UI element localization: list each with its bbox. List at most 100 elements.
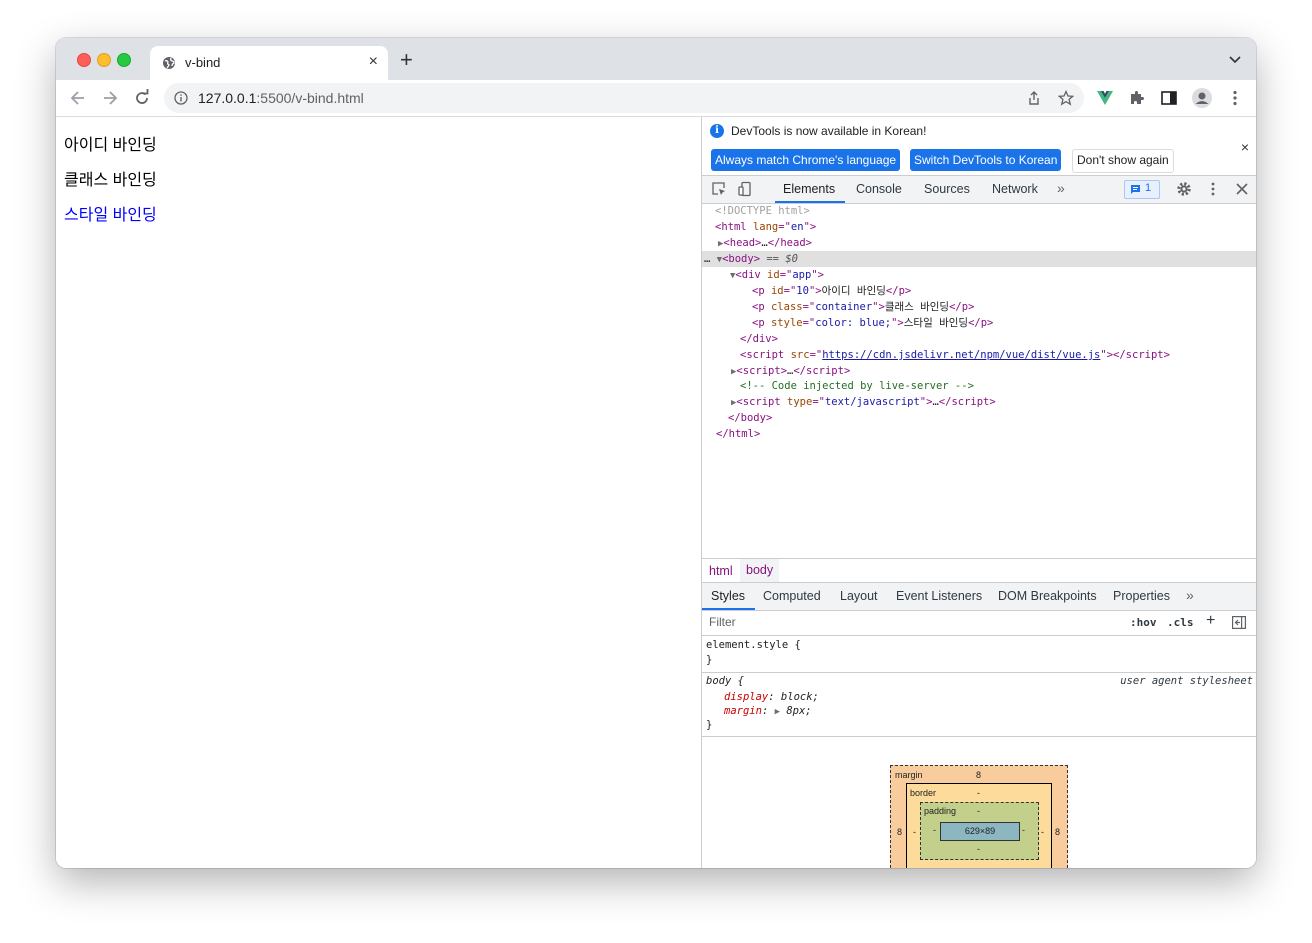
rule-close-brace: } — [706, 719, 713, 731]
html-close-tag: html — [728, 428, 754, 440]
dom-script-line[interactable]: ▶<script>…</script> — [702, 363, 1256, 379]
dom-p3-line[interactable]: <p style="color: blue;">스타일 바인딩</p> — [702, 315, 1256, 331]
script-tag: script — [742, 365, 781, 377]
dom-head-line[interactable]: ▶<head>…</head> — [702, 235, 1256, 251]
devtools-panel: i DevTools is now available in Korean! A… — [701, 117, 1256, 868]
lang-attr: lang — [752, 221, 779, 233]
tab-styles[interactable]: Styles — [711, 589, 745, 603]
new-tab-button[interactable]: + — [400, 49, 413, 71]
box-model-content[interactable]: 629×89 — [940, 822, 1020, 841]
margin-declaration[interactable]: margin: ▶ 8px; — [724, 704, 812, 718]
dom-div-line[interactable]: ▼<div id="app"> — [702, 267, 1256, 283]
body-selector[interactable]: body { — [706, 674, 744, 688]
border-top-value: - — [977, 788, 980, 798]
url-text: 127.0.0.1:5500/v-bind.html — [198, 90, 364, 106]
issues-badge[interactable]: 1 — [1124, 180, 1160, 199]
url-host: 127.0.0.1 — [198, 90, 257, 106]
maximize-window-button[interactable] — [117, 53, 131, 67]
dom-script-type-line[interactable]: ▶<script type="text/javascript">…</scrip… — [702, 394, 1256, 410]
cls-toggle[interactable]: .cls — [1167, 616, 1194, 629]
globe-icon — [163, 57, 175, 69]
dom-html-line[interactable]: <html lang="en"> — [702, 219, 1256, 235]
dom-p2-line[interactable]: <p class="container">클래스 바인딩</p> — [702, 299, 1256, 315]
title-bar: v-bind × + — [56, 38, 1256, 80]
body-close-tag: body — [740, 412, 766, 424]
tab-properties[interactable]: Properties — [1113, 589, 1170, 603]
tab-computed[interactable]: Computed — [763, 589, 821, 603]
issues-count: 1 — [1145, 182, 1152, 194]
forward-arrow-icon[interactable] — [100, 88, 120, 108]
minimize-window-button[interactable] — [97, 53, 111, 67]
language-infobar: i DevTools is now available in Korean! A… — [702, 117, 1256, 175]
address-bar[interactable]: 127.0.0.1:5500/v-bind.html — [164, 83, 1084, 113]
settings-gear-icon[interactable] — [1176, 181, 1192, 197]
close-devtools-icon[interactable] — [1234, 181, 1250, 197]
browser-tab[interactable]: v-bind × — [150, 46, 388, 80]
new-rule-plus-icon[interactable]: + — [1206, 612, 1215, 630]
kebab-menu-icon[interactable] — [1226, 89, 1244, 107]
tab-console[interactable]: Console — [856, 182, 902, 196]
inspect-element-icon[interactable] — [711, 181, 727, 197]
dont-show-again-button[interactable]: Don't show again — [1072, 149, 1174, 173]
share-icon[interactable] — [1026, 90, 1042, 106]
tab-network[interactable]: Network — [992, 182, 1038, 196]
box-model-border[interactable]: border - - - - padding - - - - 629×89 — [906, 783, 1052, 868]
p-tag: p — [758, 301, 765, 313]
box-model-margin[interactable]: margin 8 8 8 8 border - - - - padding - … — [890, 765, 1068, 868]
tab-sources[interactable]: Sources — [924, 182, 970, 196]
reload-icon[interactable] — [132, 88, 152, 108]
vue-devtools-icon[interactable] — [1096, 89, 1114, 107]
tab-elements[interactable]: Elements — [783, 182, 835, 196]
id-value: 10 — [796, 285, 809, 297]
infobar-close-icon[interactable]: × — [1241, 139, 1249, 155]
devtools-menu-icon[interactable] — [1205, 181, 1221, 197]
site-info-icon[interactable] — [174, 91, 188, 105]
box-model-padding[interactable]: padding - - - - 629×89 — [920, 802, 1039, 860]
breadcrumb-body[interactable]: body — [740, 559, 780, 582]
dom-body-line[interactable]: … ▼<body> == $0 — [702, 251, 1256, 267]
script-src-link[interactable]: https://cdn.jsdelivr.net/npm/vue/dist/vu… — [822, 349, 1100, 361]
type-attr: type — [787, 396, 813, 408]
tab-event-listeners[interactable]: Event Listeners — [896, 589, 982, 603]
back-arrow-icon[interactable] — [68, 88, 88, 108]
tab-dom-breakpoints[interactable]: DOM Breakpoints — [998, 589, 1097, 603]
profile-avatar-icon[interactable] — [1192, 88, 1212, 108]
display-property: display — [724, 691, 769, 703]
chevron-down-icon[interactable] — [1228, 52, 1242, 66]
toggle-sidebar-icon[interactable] — [1232, 616, 1246, 629]
hov-toggle[interactable]: :hov — [1130, 616, 1157, 629]
dom-body-close-line[interactable]: </body> — [702, 410, 1256, 426]
dom-p1-line[interactable]: <p id="10">아이디 바인딩</p> — [702, 283, 1256, 299]
close-window-button[interactable] — [77, 53, 91, 67]
type-value: text/javascript — [824, 396, 920, 408]
p-text: 아이디 바인딩 — [821, 285, 886, 297]
dom-div-close-line[interactable]: </div> — [702, 331, 1256, 347]
script-close-tag: script — [1125, 349, 1164, 361]
dom-script-src-line[interactable]: <script src="https://cdn.jsdelivr.net/np… — [702, 347, 1256, 363]
script-tag: script — [742, 396, 781, 408]
breadcrumb: html body — [702, 558, 1256, 582]
more-tabs-icon[interactable]: » — [1057, 180, 1065, 196]
display-declaration[interactable]: display: block; — [724, 690, 819, 704]
p-tag: p — [758, 317, 765, 329]
extensions-puzzle-icon[interactable] — [1128, 89, 1146, 107]
switch-to-korean-button[interactable]: Switch DevTools to Korean — [910, 149, 1062, 171]
side-panel-icon[interactable] — [1160, 89, 1178, 107]
more-tabs-icon[interactable]: » — [1186, 587, 1194, 603]
rule-divider — [702, 672, 1256, 673]
element-style-selector[interactable]: element.style { — [706, 638, 801, 652]
filter-input[interactable]: Filter — [709, 615, 736, 629]
url-path: :5500/v-bind.html — [256, 90, 364, 106]
device-toolbar-icon[interactable] — [737, 181, 753, 197]
rule-close-brace: } — [706, 654, 713, 666]
always-match-language-button[interactable]: Always match Chrome's language — [711, 149, 901, 171]
tab-close-icon[interactable]: × — [369, 52, 378, 72]
margin-right-value: 8 — [1055, 827, 1061, 837]
breadcrumb-html[interactable]: html — [709, 564, 733, 578]
bookmark-star-icon[interactable] — [1058, 90, 1074, 106]
browser-window: v-bind × + 127.0.0.1:5500/v-bind.html 아이… — [56, 38, 1256, 868]
tab-layout[interactable]: Layout — [840, 589, 878, 603]
dom-comment-line[interactable]: <!-- Code injected by live-server --> — [702, 378, 1256, 394]
dom-html-close-line[interactable]: </html> — [702, 426, 1256, 442]
dom-doctype-line[interactable]: <!DOCTYPE html> — [702, 203, 1256, 219]
